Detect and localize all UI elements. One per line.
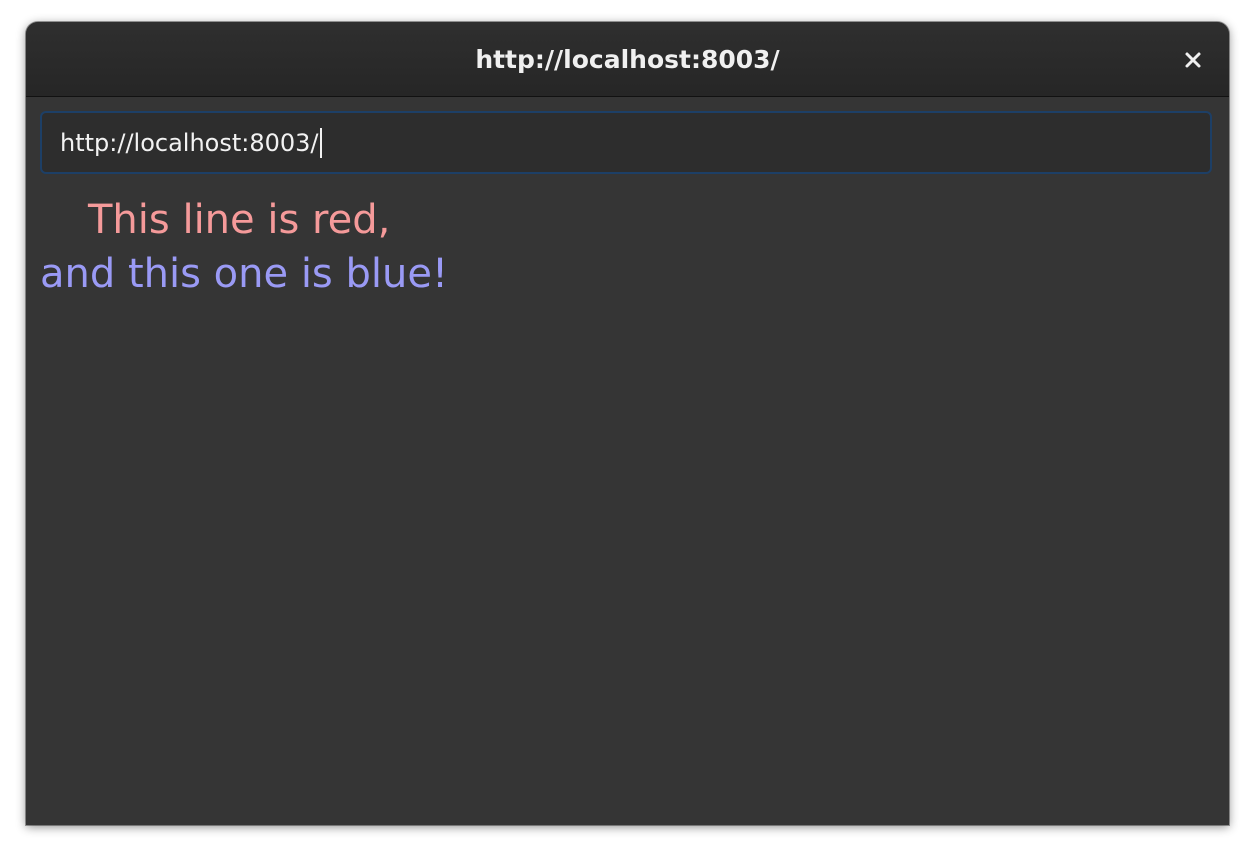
url-input[interactable]: http://localhost:8003/ [40,111,1212,174]
url-input-value: http://localhost:8003/ [60,128,319,157]
close-icon [1185,52,1201,68]
page-body: This line is red, and this one is blue! [40,193,1212,813]
text-caret [319,127,322,158]
window-title: http://localhost:8003/ [475,45,780,74]
close-button[interactable] [1177,44,1209,76]
browser-window: http://localhost:8003/ http://localhost:… [26,22,1229,825]
blue-text-line: and this one is blue! [40,251,448,297]
red-text-line: This line is red, [88,197,391,243]
title-bar[interactable]: http://localhost:8003/ [26,22,1229,97]
web-content: http://localhost:8003/ This line is red,… [26,97,1229,825]
